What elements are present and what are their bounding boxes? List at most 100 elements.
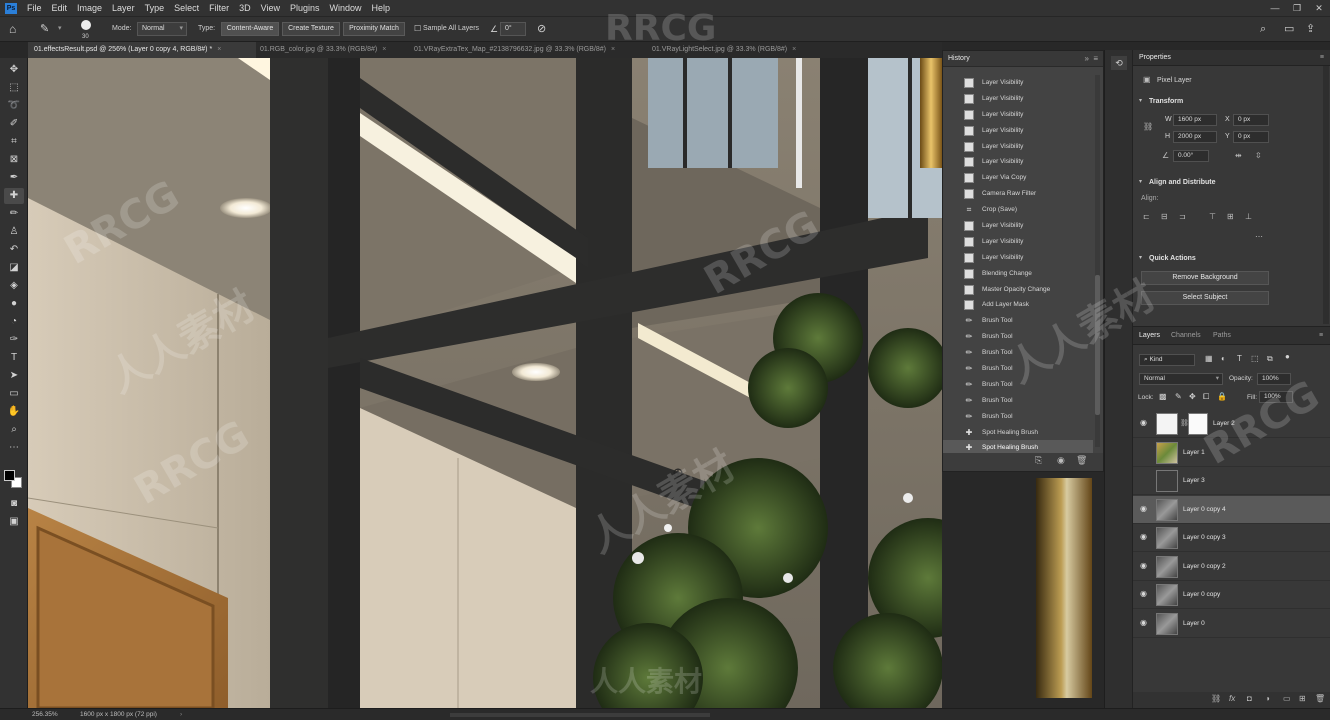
layer-row[interactable]: ◉ Layer 0 copy 4 [1133,495,1330,524]
history-item[interactable]: Layer Visibility [943,250,1093,266]
properties-scrollbar[interactable] [1323,66,1329,324]
menu-image[interactable]: Image [72,0,107,16]
close-icon[interactable]: × [792,46,796,53]
history-item[interactable]: Master Opacity Change [943,282,1093,298]
layer-row[interactable]: Layer 3 [1133,467,1330,495]
layer-thumbnail[interactable] [1156,584,1178,606]
layer-name[interactable]: Layer 1 [1183,439,1205,467]
layer-thumbnail[interactable] [1156,441,1178,464]
tab-layers[interactable]: Layers [1139,327,1160,345]
fill-input[interactable]: 100% [1259,391,1293,403]
layer-name[interactable]: Layer 3 [1183,467,1205,495]
history-item[interactable]: Layer Visibility [943,91,1093,107]
crop-tool-icon[interactable]: ⌗ [4,134,24,150]
layer-name[interactable]: Layer 2 [1213,410,1235,438]
history-item[interactable]: Layer Via Copy [943,170,1093,186]
app-logo[interactable]: Ps [0,0,22,16]
history-item[interactable]: ✏ Brush Tool [943,313,1093,329]
mode-select[interactable]: Normal ▾ [137,22,187,36]
history-item[interactable]: ✏ Brush Tool [943,329,1093,345]
align-bottom-icon[interactable]: ⊥ [1245,212,1252,221]
layer-row[interactable]: ◉ Layer 0 [1133,610,1330,638]
history-item[interactable]: Camera Raw Filter [943,186,1093,202]
lasso-tool-icon[interactable]: ➰ [4,98,24,114]
rectangle-tool-icon[interactable]: ▭ [4,386,24,402]
history-item[interactable]: ✏ Brush Tool [943,377,1093,393]
tab-rgb-color[interactable]: 01.RGB_color.jpg @ 33.3% (RGB/8#) × [254,42,406,58]
history-item[interactable]: ✏ Brush Tool [943,361,1093,377]
new-layer-icon[interactable]: ⊞ [1299,694,1306,703]
foreground-color-swatch[interactable] [4,470,15,481]
blend-mode-select[interactable]: Normal ▾ [1139,373,1223,385]
layer-style-icon[interactable]: fx [1229,694,1235,703]
marquee-tool-icon[interactable]: ⬚ [4,80,24,96]
close-button[interactable]: ✕ [1308,0,1330,16]
menu-3d[interactable]: 3D [234,0,256,16]
close-icon[interactable]: × [382,46,386,53]
trash-icon[interactable]: 🗑 [1315,694,1325,703]
filter-toggle-icon[interactable]: ● [1285,352,1290,361]
filter-type-icon[interactable]: T [1237,354,1242,363]
content-aware-button[interactable]: Content-Aware [221,22,279,36]
home-icon[interactable]: ⌂ [9,17,16,41]
horizontal-scrollbar[interactable] [450,713,710,717]
align-right-icon[interactable]: ⊐ [1179,212,1186,221]
panel-menu-icon[interactable]: » ≡ [1084,51,1098,67]
flip-horizontal-icon[interactable]: ⇹ [1235,151,1242,160]
layer-name[interactable]: Layer 0 copy 3 [1183,524,1226,552]
layer-thumbnail[interactable] [1156,612,1178,635]
layer-row[interactable]: ◉ Layer 0 copy 3 [1133,524,1330,552]
pressure-icon[interactable]: ⊘ [537,17,546,41]
align-middle-icon[interactable]: ⊞ [1227,212,1234,221]
flip-vertical-icon[interactable]: ⇳ [1255,151,1262,160]
menu-plugins[interactable]: Plugins [285,0,325,16]
frame-tool-icon[interactable]: ⊠ [4,152,24,168]
menu-view[interactable]: View [256,0,285,16]
layer-row[interactable]: ◉ ⛓ Layer 2 [1133,410,1330,438]
dodge-tool-icon[interactable]: ◔ [4,314,24,330]
chevron-down-icon[interactable]: ▾ [1139,254,1142,261]
history-item[interactable]: Layer Visibility [943,107,1093,123]
tab-vray-extratex[interactable]: 01.VRayExtraTex_Map_#2138796632.jpg @ 33… [408,42,646,58]
history-item[interactable]: Layer Visibility [943,234,1093,250]
height-input[interactable]: 2000 px [1173,131,1217,143]
tab-paths[interactable]: Paths [1213,327,1231,345]
layer-row[interactable]: ◉ Layer 0 copy [1133,581,1330,609]
history-item[interactable]: ✏ Brush Tool [943,393,1093,409]
quick-selection-tool-icon[interactable]: ✐ [4,116,24,132]
eye-icon[interactable]: ◉ [1140,561,1147,570]
select-subject-button[interactable]: Select Subject [1141,291,1269,305]
more-tools-icon[interactable]: ⋯ [4,440,24,456]
history-item[interactable]: Layer Visibility [943,154,1093,170]
history-item[interactable]: ✏ Brush Tool [943,409,1093,425]
menu-window[interactable]: Window [325,0,367,16]
new-group-icon[interactable]: ▭ [1283,694,1291,703]
screen-mode-icon[interactable]: ▣ [4,514,24,530]
panel-menu-icon[interactable]: ≡ [1320,50,1324,66]
new-document-from-state-icon[interactable]: ⎘ [1035,455,1042,466]
layer-thumbnail[interactable] [1156,413,1178,435]
history-item[interactable]: ✚ Spot Healing Brush [943,425,1093,441]
spot-healing-tool-icon[interactable]: ✚ [4,188,24,204]
menu-layer[interactable]: Layer [107,0,140,16]
status-chevron-icon[interactable]: › [180,709,182,720]
lock-position-icon[interactable]: ✥ [1189,392,1196,401]
path-selection-tool-icon[interactable]: ➤ [4,368,24,384]
spot-healing-brush-icon[interactable]: ✎ [40,17,49,41]
eye-icon[interactable]: ◉ [1140,418,1147,427]
trash-icon[interactable]: 🗑 [1076,455,1087,466]
workspace-icon[interactable]: ▭ [1284,17,1294,41]
x-input[interactable]: 0 px [1233,114,1269,126]
lock-image-icon[interactable]: ✎ [1175,392,1182,401]
link-layers-icon[interactable]: ⛓ [1211,694,1221,703]
remove-background-button[interactable]: Remove Background [1141,271,1269,285]
eraser-tool-icon[interactable]: ◪ [4,260,24,276]
search-icon[interactable]: ⌕ [1260,17,1266,41]
layer-row[interactable]: Layer 1 [1133,439,1330,467]
align-left-icon[interactable]: ⊏ [1143,212,1150,221]
zoom-tool-icon[interactable]: ⌕ [4,422,24,438]
menu-help[interactable]: Help [367,0,396,16]
hand-tool-icon[interactable]: ✋ [4,404,24,420]
layer-thumbnail[interactable] [1156,527,1178,549]
close-icon[interactable]: × [217,46,221,53]
